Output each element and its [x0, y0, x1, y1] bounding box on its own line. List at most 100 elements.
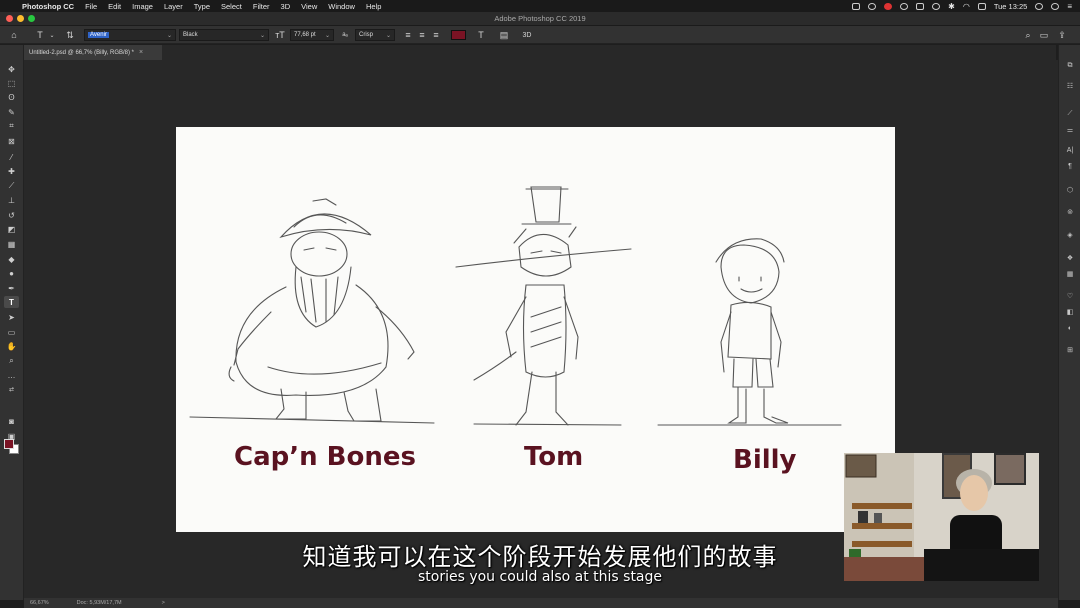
document-tab-bar: Untitled-2.psd @ 66,7% (Billy, RGB/8) * … [24, 45, 1056, 60]
text-orientation-icon[interactable]: ⇅ [64, 29, 76, 41]
more-tools-icon[interactable]: … [4, 369, 19, 381]
align-right-icon[interactable]: ≡ [430, 29, 442, 41]
clock[interactable]: Tue 13:25 [994, 2, 1028, 11]
learn-panel-icon[interactable]: ♡ [1064, 291, 1076, 301]
blur-tool-icon[interactable]: ◆ [4, 253, 19, 265]
menu-type[interactable]: Type [194, 2, 210, 11]
channels-panel-icon[interactable]: ⊚ [1064, 207, 1076, 217]
bluetooth-icon[interactable]: ✱ [948, 2, 955, 11]
battery-icon[interactable] [977, 2, 986, 10]
document-tab[interactable]: Untitled-2.psd @ 66,7% (Billy, RGB/8) * … [24, 45, 162, 60]
adjustments-panel-icon[interactable]: ⚌ [1064, 125, 1076, 135]
character-panel-icon[interactable]: A| [1064, 145, 1076, 155]
window-title: Adobe Photoshop CC 2019 [494, 14, 586, 23]
workspace-icon[interactable]: ▭ [1038, 29, 1050, 41]
layers-panel-icon[interactable]: ◈ [1064, 230, 1076, 240]
font-style-select[interactable]: Black ⌄ [179, 29, 269, 41]
healing-brush-tool-icon[interactable]: ✚ [4, 165, 19, 177]
quick-mask-icon[interactable]: ◙ [4, 415, 19, 427]
menu-window[interactable]: Window [328, 2, 355, 11]
crop-tool-icon[interactable]: ⌗ [4, 120, 19, 132]
display-icon[interactable] [916, 2, 925, 10]
tools-panel: ✥ ⬚ ʘ ✎ ⌗ ⊠ ⁄ ✚ ⟋ ⊥ ↺ ◩ ▦ ◆ ● ✒ T ➤ ▭ ✋ … [0, 45, 24, 600]
creative-cloud-icon[interactable] [868, 2, 877, 10]
styles-panel-icon[interactable]: ◐ [1064, 323, 1076, 333]
menu-layer[interactable]: Layer [164, 2, 183, 11]
menu-edit[interactable]: Edit [108, 2, 121, 11]
menu-filter[interactable]: Filter [253, 2, 270, 11]
siri-icon[interactable] [1051, 2, 1060, 10]
path-select-tool-icon[interactable]: ➤ [4, 311, 19, 323]
menu-photoshop[interactable]: Photoshop CC [22, 2, 74, 11]
frame-tool-icon[interactable]: ⊠ [4, 135, 19, 147]
menu-3d[interactable]: 3D [281, 2, 291, 11]
wifi-icon[interactable]: ◠ [963, 2, 970, 11]
text-color-swatch[interactable] [451, 30, 466, 40]
options-bar: ⌂ T ⌄ ⇅ Avenir ⌄ Black ⌄ ᴛT 77,68 pt ⌄ a… [0, 26, 1080, 44]
chevron-down-icon[interactable]: ⌄ [46, 29, 58, 41]
home-icon[interactable]: ⌂ [8, 29, 20, 41]
ground-line [189, 416, 435, 424]
history-panel-icon[interactable]: ⧉ [1064, 61, 1076, 71]
rectangle-tool-icon[interactable]: ▭ [4, 326, 19, 338]
menu-help[interactable]: Help [366, 2, 381, 11]
align-center-icon[interactable]: ≡ [416, 29, 428, 41]
type-tool-icon[interactable]: T [4, 296, 19, 308]
foreground-color-swatch[interactable] [4, 439, 14, 449]
warp-text-icon[interactable]: T [475, 29, 487, 41]
search-icon[interactable] [1035, 2, 1044, 10]
capn-bones-sketch [228, 198, 415, 422]
brushes-panel-icon[interactable]: ⟋ [1064, 109, 1076, 119]
swatches-panel-icon[interactable]: ▦ [1064, 269, 1076, 279]
paragraph-panel-icon[interactable]: ¶ [1064, 161, 1076, 171]
eyedropper-tool-icon[interactable]: ⁄ [4, 151, 19, 163]
lasso-tool-icon[interactable]: ʘ [4, 91, 19, 103]
move-tool-icon[interactable]: ✥ [4, 63, 19, 75]
right-panel-strip: ⧉ ☷ ⟋ ⚌ A| ¶ ⬡ ⊚ ◈ ❖ ▦ ♡ ◧ ◐ ⊞ [1058, 45, 1080, 600]
screen-icon[interactable] [852, 2, 861, 10]
marquee-tool-icon[interactable]: ⬚ [4, 77, 19, 89]
color-panel-icon[interactable]: ❖ [1064, 253, 1076, 263]
subtitle-chinese: 知道我可以在这个阶段开始发展他们的故事 [302, 543, 778, 571]
font-family-select[interactable]: Avenir ⌄ [84, 29, 176, 41]
menu-file[interactable]: File [85, 2, 97, 11]
close-icon[interactable]: × [139, 49, 143, 56]
font-size-select[interactable]: 77,68 pt ⌄ [290, 29, 334, 41]
document-canvas[interactable]: Cap’n Bones Tom Billy [176, 127, 895, 532]
menu-view[interactable]: View [301, 2, 317, 11]
3d-panel-icon[interactable]: ⬡ [1064, 185, 1076, 195]
gradient-tool-icon[interactable]: ▦ [4, 238, 19, 250]
antialias-select[interactable]: Crisp ⌄ [355, 29, 395, 41]
quick-select-tool-icon[interactable]: ✎ [4, 106, 19, 118]
notification-center-icon[interactable]: ≡ [1067, 2, 1072, 11]
character-name-billy: Billy [733, 445, 797, 475]
pen-tool-icon[interactable]: ✒ [4, 282, 19, 294]
clone-stamp-tool-icon[interactable]: ⊥ [4, 194, 19, 206]
font-size-icon: ᴛT [275, 30, 285, 40]
character-panel-icon[interactable]: ▤ [498, 29, 510, 41]
status-area: ✱ ◠ Tue 13:25 ≡ [852, 0, 1072, 12]
3d-icon[interactable]: 3D [521, 29, 533, 41]
record-icon[interactable] [884, 2, 893, 10]
menu-select[interactable]: Select [221, 2, 242, 11]
brush-tool-icon[interactable]: ⟋ [4, 180, 19, 192]
swap-colors-icon[interactable]: ⇄ [4, 383, 19, 395]
menu-image[interactable]: Image [132, 2, 153, 11]
search-icon[interactable]: ⌕ [1022, 29, 1034, 41]
align-left-icon[interactable]: ≡ [402, 29, 414, 41]
time-machine-icon[interactable] [932, 2, 941, 10]
properties-panel-icon[interactable]: ◧ [1064, 307, 1076, 317]
eraser-tool-icon[interactable]: ◩ [4, 223, 19, 235]
dodge-tool-icon[interactable]: ● [4, 267, 19, 279]
history-brush-tool-icon[interactable]: ↺ [4, 209, 19, 221]
type-tool-preset-icon[interactable]: T [34, 29, 46, 41]
character-name-capn-bones: Cap’n Bones [234, 442, 416, 472]
info-icon[interactable] [900, 2, 909, 10]
hand-tool-icon[interactable]: ✋ [4, 340, 19, 352]
libraries-panel-icon[interactable]: ☷ [1064, 81, 1076, 91]
grid-panel-icon[interactable]: ⊞ [1064, 345, 1076, 355]
zoom-level[interactable]: 66,67% [30, 600, 49, 606]
share-icon[interactable]: ⇪ [1056, 29, 1068, 41]
status-menu-arrow-icon[interactable]: > [162, 600, 165, 606]
zoom-tool-icon[interactable]: ⌕ [4, 355, 19, 367]
